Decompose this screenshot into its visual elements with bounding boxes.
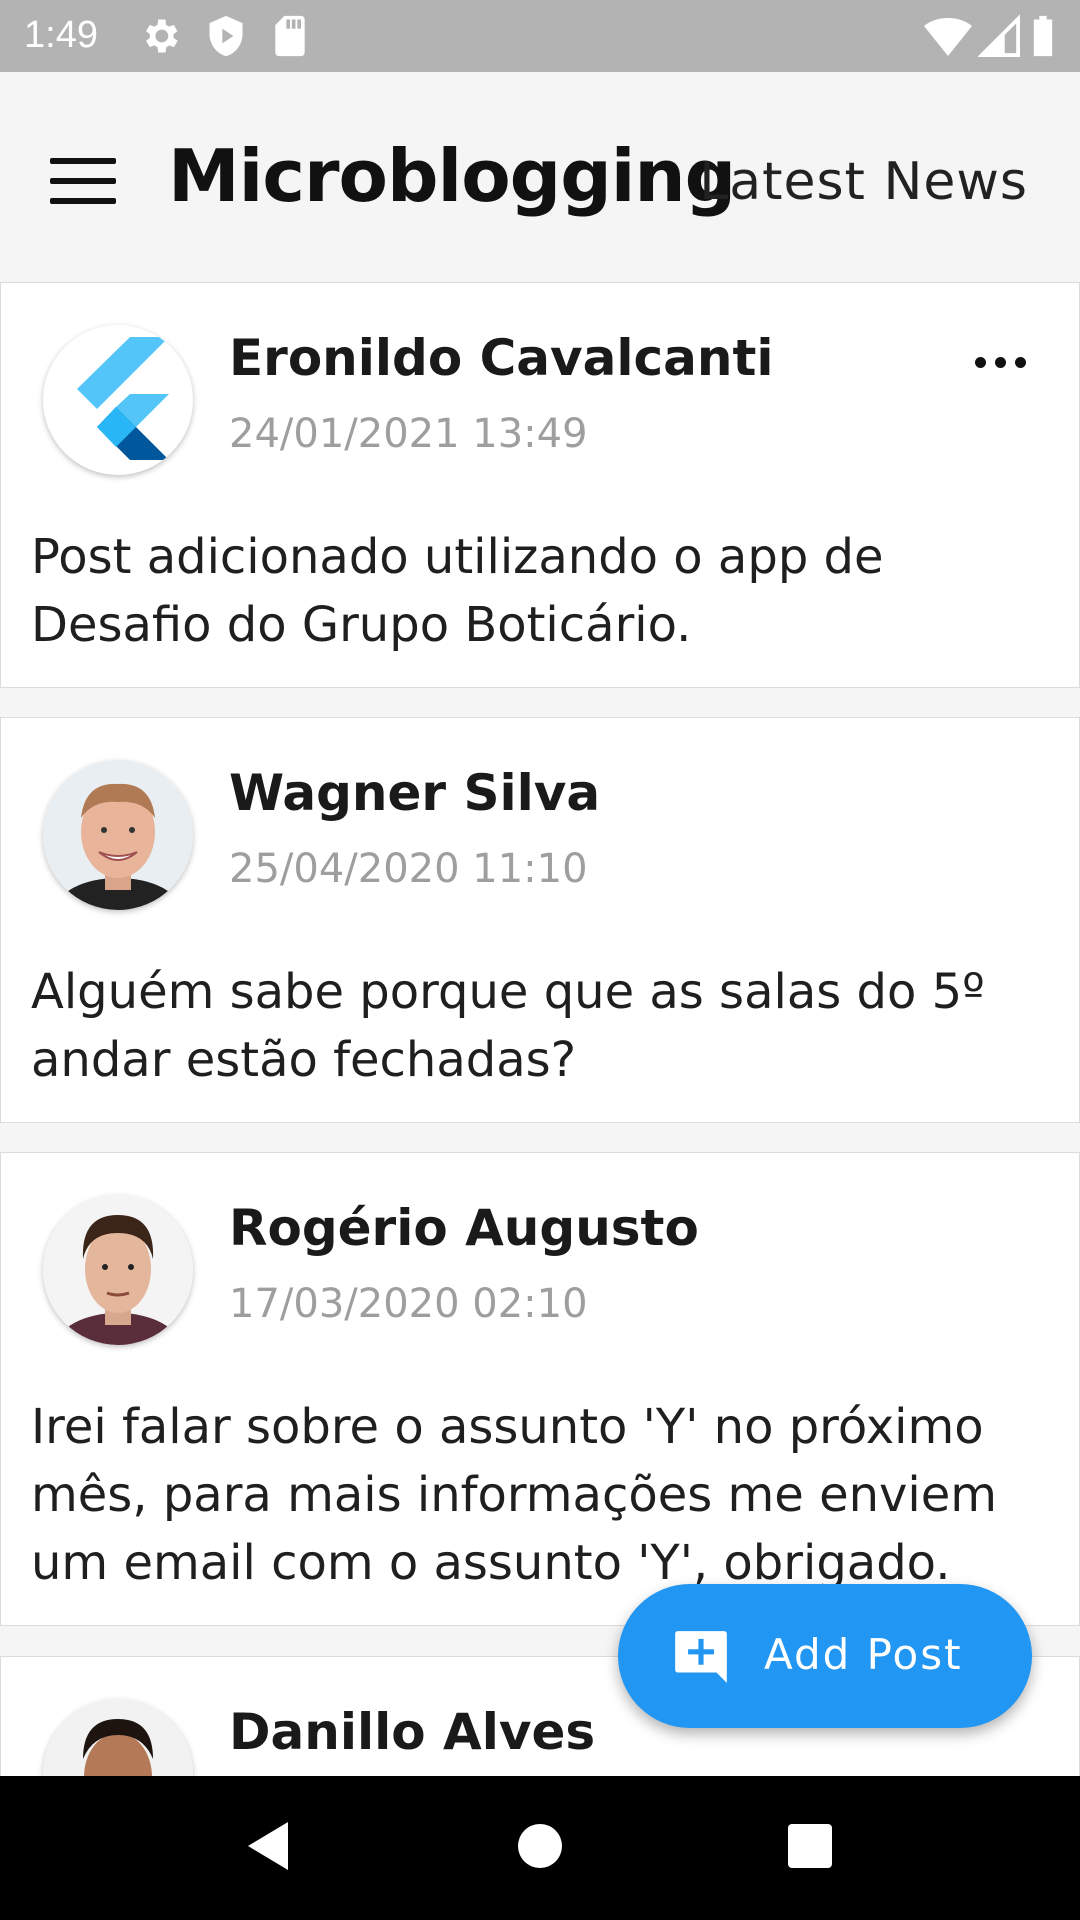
hamburger-menu-icon[interactable] xyxy=(46,152,118,212)
wifi-icon xyxy=(924,18,972,56)
add-comment-icon xyxy=(675,1631,727,1683)
post-text: Irei falar sobre o assunto 'Y' no próxim… xyxy=(31,1399,998,1591)
post-card[interactable]: Wagner Silva 25/04/2020 11:10 Alguém sab… xyxy=(0,717,1080,1123)
post-text: Alguém sabe porque que as salas do 5º an… xyxy=(31,964,985,1088)
user-photo xyxy=(43,1195,193,1345)
post-author: Danillo Alves xyxy=(229,1703,596,1761)
avatar xyxy=(43,1195,193,1345)
post-feed[interactable]: Eronildo Cavalcanti 24/01/2021 13:49 Pos… xyxy=(0,282,1080,1776)
post-author: Wagner Silva xyxy=(229,764,601,822)
status-bar: 1:49 xyxy=(0,0,1080,72)
app-bar: Microblogging Latest News xyxy=(0,72,1080,282)
post-date: 24/01/2021 13:49 xyxy=(229,411,588,457)
avatar xyxy=(43,760,193,910)
page-subtitle: Latest News xyxy=(699,152,1028,212)
user-photo xyxy=(43,1699,193,1776)
flutter-logo-icon xyxy=(77,337,169,460)
gear-icon xyxy=(146,19,178,53)
post-author: Eronildo Cavalcanti xyxy=(229,329,774,387)
signal-icon xyxy=(978,14,1020,57)
add-post-label: Add Post xyxy=(764,1630,963,1679)
post-text: Post adicionado utilizando o app de Desa… xyxy=(31,529,884,653)
shield-play-icon xyxy=(209,15,243,57)
post-date: 17/03/2020 02:10 xyxy=(229,1281,588,1327)
battery-icon xyxy=(1033,15,1053,57)
post-card[interactable]: Rogério Augusto 17/03/2020 02:10 Irei fa… xyxy=(0,1152,1080,1626)
system-nav-bar xyxy=(0,1776,1080,1920)
user-photo xyxy=(43,760,193,910)
sd-card-icon xyxy=(275,15,305,57)
home-icon[interactable] xyxy=(516,1818,564,1874)
post-author: Rogério Augusto xyxy=(229,1199,699,1257)
avatar xyxy=(43,325,193,475)
post-date: 25/04/2020 11:10 xyxy=(229,846,588,892)
avatar xyxy=(43,1699,193,1776)
recents-icon[interactable] xyxy=(786,1818,834,1874)
more-options-icon[interactable] xyxy=(975,353,1031,373)
post-card[interactable]: Eronildo Cavalcanti 24/01/2021 13:49 Pos… xyxy=(0,282,1080,688)
status-time: 1:49 xyxy=(24,14,98,56)
back-icon[interactable] xyxy=(244,1818,292,1874)
page-title: Microblogging xyxy=(168,134,736,218)
add-post-button[interactable]: Add Post xyxy=(618,1584,1032,1728)
